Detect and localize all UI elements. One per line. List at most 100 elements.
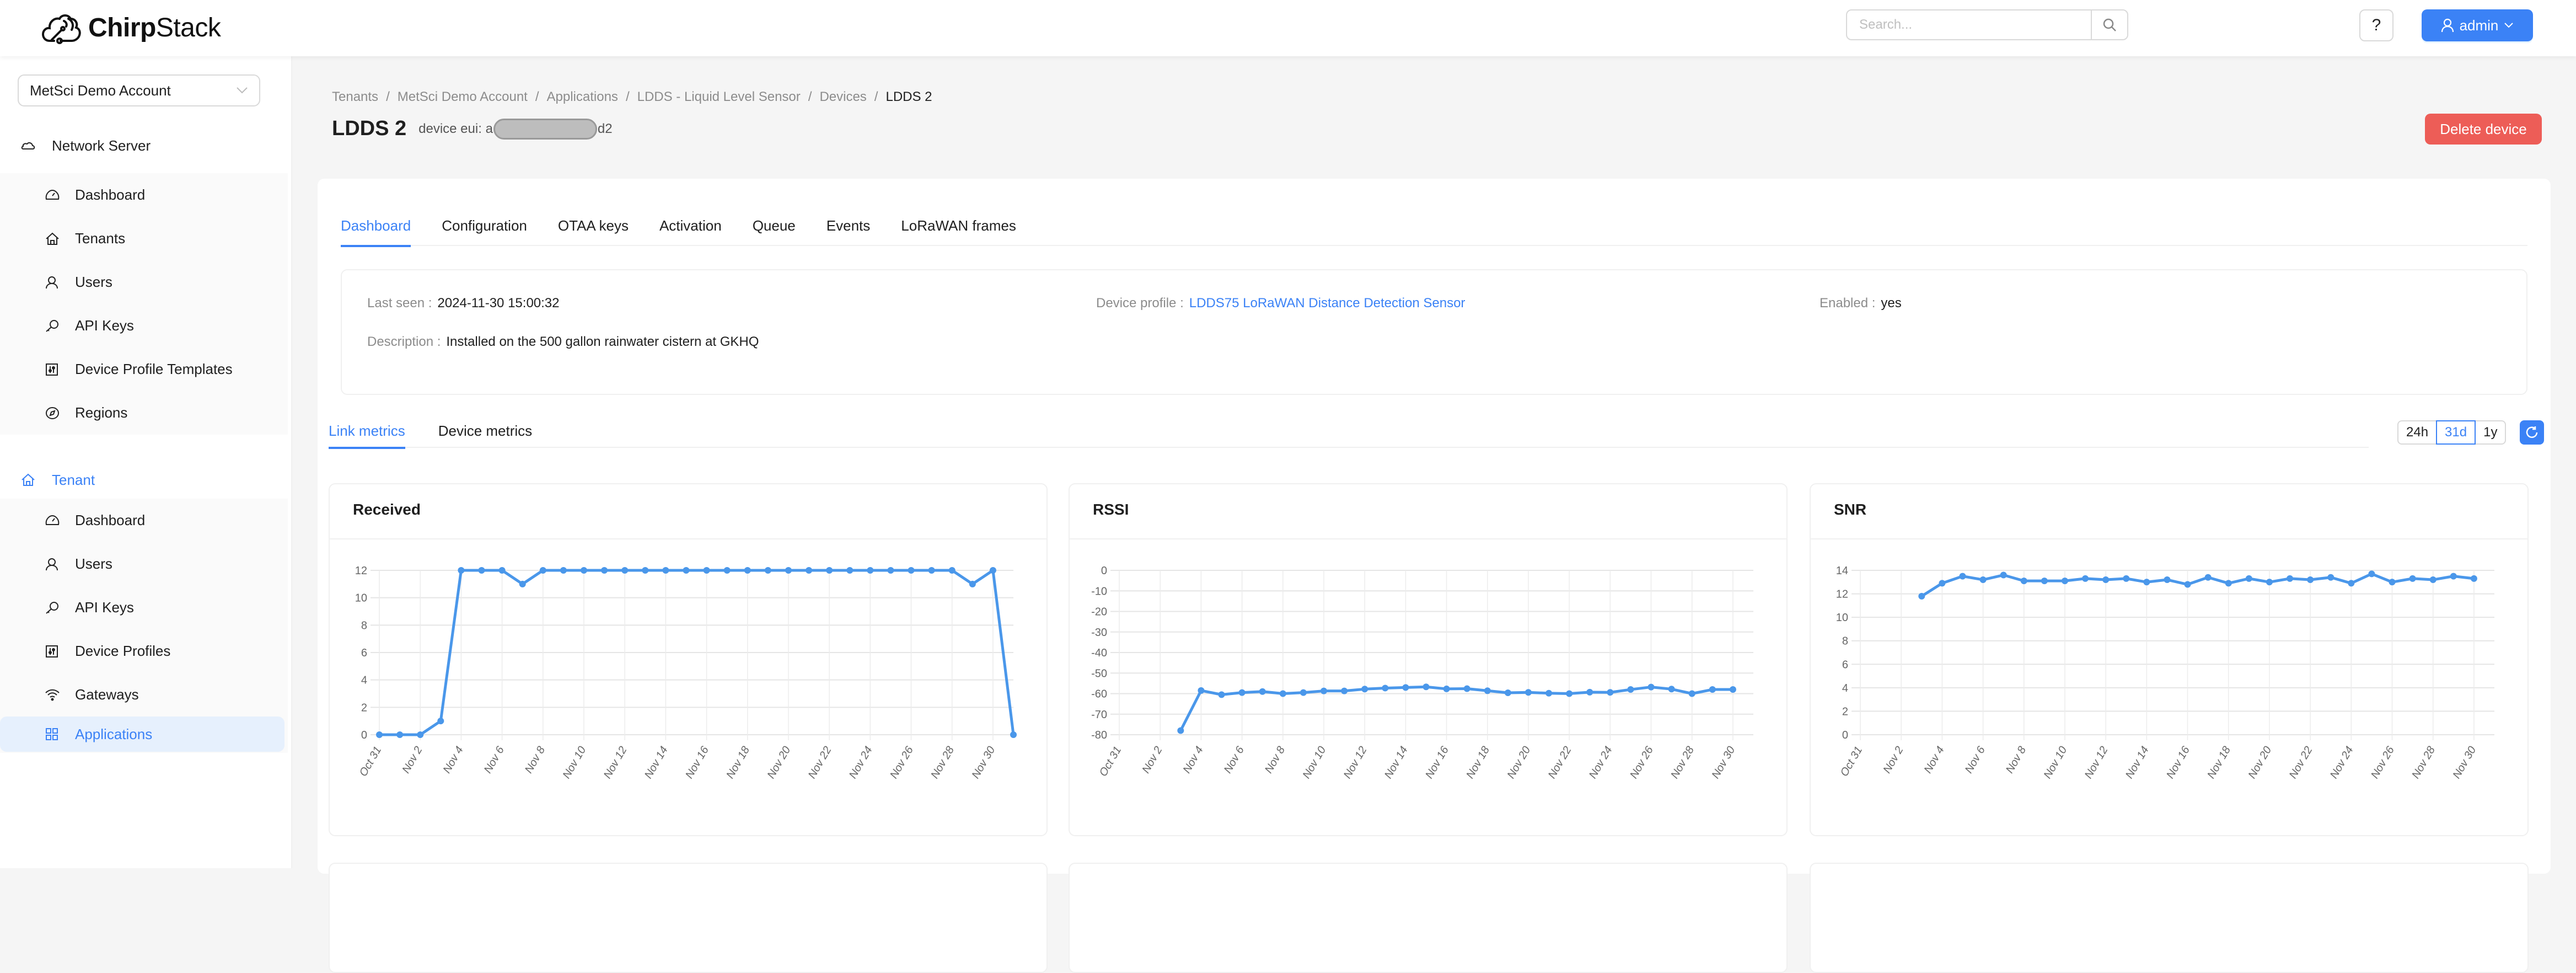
tab-events[interactable]: Events bbox=[827, 215, 871, 246]
tab-lorawan-frames[interactable]: LoRaWAN frames bbox=[901, 215, 1016, 246]
chart-title: Received bbox=[330, 484, 1046, 539]
data-point bbox=[1939, 580, 1946, 587]
tab-queue[interactable]: Queue bbox=[753, 215, 796, 246]
sidebar-item-regions[interactable]: Regions bbox=[0, 391, 288, 435]
search-button[interactable] bbox=[2091, 10, 2127, 39]
submenu-tenant: Dashboard Users API Keys Device Profiles… bbox=[0, 499, 288, 753]
y-tick-label: 6 bbox=[1842, 659, 1848, 671]
tab-otaa-keys[interactable]: OTAA keys bbox=[558, 215, 629, 246]
data-point bbox=[1647, 683, 1655, 691]
sidebar-item-tenant-users[interactable]: Users bbox=[0, 542, 288, 586]
data-point bbox=[1979, 576, 1987, 584]
x-tick-label: Nov 24 bbox=[847, 745, 875, 781]
data-point bbox=[2245, 575, 2252, 582]
sidebar-item-ns-api-keys[interactable]: API Keys bbox=[0, 304, 288, 348]
data-point bbox=[2348, 580, 2355, 587]
sidebar-item-ns-dashboard[interactable]: Dashboard bbox=[0, 173, 288, 217]
sidebar-item-label: Device Profiles bbox=[75, 643, 171, 659]
tab-dashboard[interactable]: Dashboard bbox=[341, 215, 411, 247]
data-point bbox=[2266, 579, 2273, 586]
data-point bbox=[1423, 683, 1430, 691]
device-profile-link[interactable]: LDDS75 LoRaWAN Distance Detection Sensor bbox=[1189, 296, 1466, 311]
rssi-chart: 0 -10 -20 -30 -40 -50 -60 -70 -80 Oct 31 Nov 2 Nov … bbox=[1091, 565, 1753, 781]
search-input[interactable] bbox=[1847, 10, 2091, 39]
data-point bbox=[826, 567, 833, 574]
range-31d[interactable]: 31d bbox=[2436, 420, 2476, 445]
sidebar-item-label: Users bbox=[75, 274, 112, 290]
data-point bbox=[2287, 575, 2294, 582]
chirpstack-logo[interactable]: ChirpStack bbox=[42, 8, 221, 47]
menu-head-tenant[interactable]: Tenant bbox=[0, 461, 288, 499]
data-point bbox=[1504, 689, 1511, 697]
tab-configuration[interactable]: Configuration bbox=[442, 215, 527, 246]
sidebar-item-device-profile-templates[interactable]: Device Profile Templates bbox=[0, 348, 288, 391]
x-tick-label: Nov 16 bbox=[1423, 744, 1451, 781]
breadcrumb-devices[interactable]: Devices bbox=[819, 89, 866, 105]
y-tick-label: 0 bbox=[1101, 565, 1107, 577]
data-point bbox=[1218, 691, 1225, 698]
cloud-icon bbox=[21, 141, 37, 150]
tenant-select[interactable]: MetSci Demo Account bbox=[18, 74, 260, 106]
tab-link-metrics[interactable]: Link metrics bbox=[329, 416, 405, 449]
y-tick-label: -50 bbox=[1091, 667, 1107, 680]
data-point bbox=[498, 567, 506, 574]
data-point bbox=[1382, 685, 1389, 692]
data-point bbox=[723, 567, 731, 574]
data-point bbox=[1341, 687, 1348, 694]
sidebar-item-gateways[interactable]: Gateways bbox=[0, 673, 288, 717]
y-tick-label: -40 bbox=[1091, 647, 1107, 659]
x-tick-label: Nov 2 bbox=[400, 745, 425, 776]
x-tick-label: Nov 12 bbox=[1341, 745, 1370, 781]
x-tick-label: Nov 4 bbox=[1181, 745, 1206, 776]
sidebar-item-label: API Keys bbox=[75, 317, 134, 334]
breadcrumb-tenants[interactable]: Tenants bbox=[332, 89, 378, 105]
user-name: admin bbox=[2459, 17, 2499, 34]
breadcrumb-tenant[interactable]: MetSci Demo Account bbox=[398, 89, 528, 105]
data-point bbox=[1959, 573, 1966, 580]
data-point bbox=[908, 567, 915, 574]
y-tick-label: -70 bbox=[1091, 709, 1107, 721]
menu-head-network-server[interactable]: Network Server bbox=[0, 118, 288, 173]
detail-label: Description : bbox=[367, 334, 441, 349]
data-point bbox=[703, 567, 710, 574]
range-24h[interactable]: 24h bbox=[2397, 420, 2438, 445]
grid-icon bbox=[45, 728, 61, 741]
x-tick-label: Nov 12 bbox=[602, 745, 630, 781]
x-tick-label: Nov 8 bbox=[1263, 745, 1287, 776]
x-tick-label: Nov 28 bbox=[1668, 745, 1697, 781]
refresh-button[interactable] bbox=[2520, 420, 2544, 445]
data-point bbox=[396, 731, 404, 738]
data-point bbox=[1300, 689, 1307, 696]
range-1y[interactable]: 1y bbox=[2475, 420, 2507, 445]
tab-device-metrics[interactable]: Device metrics bbox=[438, 416, 532, 448]
data-point bbox=[2409, 575, 2416, 582]
y-tick-label: 2 bbox=[361, 702, 367, 714]
y-tick-label: 10 bbox=[1836, 612, 1848, 624]
x-tick-label: Nov 26 bbox=[888, 744, 916, 781]
data-point bbox=[764, 567, 771, 574]
sidebar-item-applications[interactable]: Applications bbox=[0, 717, 285, 752]
device-tabs: Dashboard Configuration OTAA keys Activa… bbox=[341, 215, 2527, 247]
sidebar-item-device-profiles[interactable]: Device Profiles bbox=[0, 629, 288, 673]
data-point bbox=[539, 567, 546, 574]
sidebar-item-tenant-dashboard[interactable]: Dashboard bbox=[0, 499, 288, 542]
help-button[interactable]: ? bbox=[2359, 9, 2393, 41]
breadcrumb-applications[interactable]: Applications bbox=[547, 89, 618, 105]
tab-activation[interactable]: Activation bbox=[659, 215, 722, 246]
sidebar-item-tenant-api-keys[interactable]: API Keys bbox=[0, 586, 288, 629]
x-tick-label: Nov 24 bbox=[1587, 745, 1615, 781]
y-tick-label: 12 bbox=[355, 565, 367, 577]
menu-network-server: Network Server Dashboard Tenants Users A… bbox=[0, 118, 288, 435]
data-point bbox=[601, 567, 608, 574]
sidebar-item-ns-users[interactable]: Users bbox=[0, 260, 288, 304]
user-menu-button[interactable]: admin bbox=[2422, 9, 2533, 41]
sidebar-item-tenants[interactable]: Tenants bbox=[0, 217, 288, 260]
x-tick-label: Nov 16 bbox=[683, 744, 711, 781]
data-point bbox=[2041, 578, 2048, 585]
y-tick-label: 12 bbox=[1836, 589, 1848, 601]
delete-device-button[interactable]: Delete device bbox=[2425, 114, 2542, 145]
page-title: LDDS 2 bbox=[332, 117, 407, 140]
breadcrumb-application[interactable]: LDDS - Liquid Level Sensor bbox=[637, 89, 801, 105]
x-tick-label: Nov 18 bbox=[1464, 745, 1492, 781]
data-point bbox=[2429, 576, 2437, 584]
